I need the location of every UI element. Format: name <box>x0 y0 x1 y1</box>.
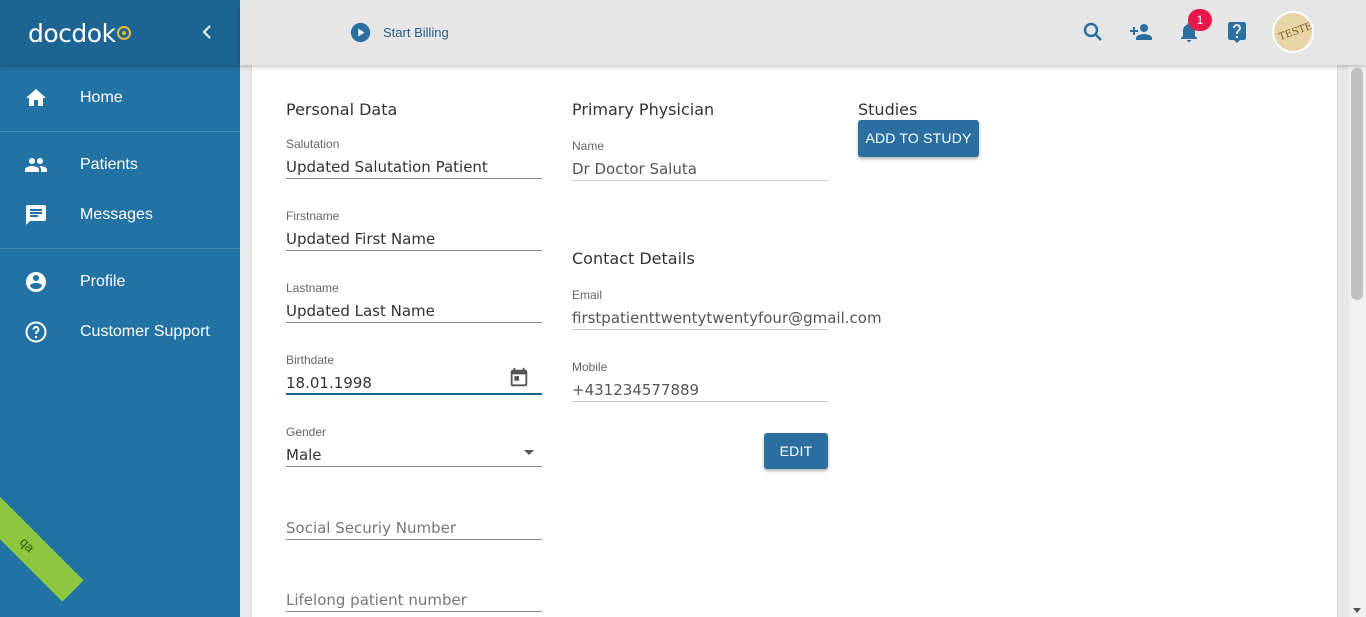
lastname-label: Lastname <box>286 281 339 295</box>
mobile-field: Mobile +431234577889 <box>572 360 828 402</box>
gender-select[interactable]: Male <box>286 443 542 467</box>
birthdate-input[interactable]: 18.01.1998 <box>286 371 542 395</box>
help-icon[interactable] <box>1225 20 1249 44</box>
sidebar-item-home[interactable]: Home <box>0 75 240 121</box>
mobile-value: +431234577889 <box>572 378 828 402</box>
studies-title: Studies <box>858 100 918 119</box>
lastname-field[interactable]: Lastname Updated Last Name <box>286 281 542 323</box>
message-icon <box>26 205 46 225</box>
logo-mark-icon <box>116 26 131 40</box>
top-bar: Start Billing 1 TESTEN <box>240 0 1366 65</box>
email-label: Email <box>572 288 603 302</box>
ssn-field[interactable]: Social Securiy Number <box>286 516 542 540</box>
add-to-study-button[interactable]: ADD TO STUDY <box>858 120 979 157</box>
email-field: Email firstpatienttwentytwentyfour@gmail… <box>572 288 882 330</box>
physician-name-field: Name Dr Doctor Saluta <box>572 139 828 181</box>
page-scrollbar[interactable] <box>1349 65 1366 617</box>
firstname-field[interactable]: Firstname Updated First Name <box>286 209 542 251</box>
salutation-label: Salutation <box>286 137 340 151</box>
firstname-label: Firstname <box>286 209 340 223</box>
start-billing-button[interactable]: Start Billing <box>350 22 449 43</box>
sidebar-header: docdok <box>0 0 240 65</box>
salutation-input[interactable]: Updated Salutation Patient <box>286 155 542 179</box>
lifelong-number-field[interactable]: Lifelong patient number <box>286 588 542 612</box>
email-value: firstpatienttwentytwentyfour@gmail.com <box>572 306 882 330</box>
home-icon <box>26 89 46 106</box>
environment-ribbon-label: qa <box>16 534 38 556</box>
people-icon <box>25 158 47 172</box>
start-billing-label: Start Billing <box>383 25 449 40</box>
play-circle-icon <box>350 22 371 43</box>
patient-detail-card: Personal Data Salutation Updated Salutat… <box>251 65 1338 617</box>
sidebar-item-label: Home <box>80 89 123 106</box>
birthdate-label: Birthdate <box>286 353 335 367</box>
scrollbar-thumb[interactable] <box>1351 68 1363 300</box>
app-logo[interactable]: docdok <box>28 19 131 48</box>
notification-count-badge: 1 <box>1188 9 1212 31</box>
personal-data-title: Personal Data <box>286 100 398 119</box>
app-logo-text: docdok <box>28 19 116 48</box>
sidebar-item-customer-support[interactable]: Customer Support <box>0 309 240 355</box>
firstname-input[interactable]: Updated First Name <box>286 227 542 251</box>
primary-physician-title: Primary Physician <box>572 100 715 119</box>
sidebar-item-messages[interactable]: Messages <box>0 192 240 238</box>
sidebar-item-patients[interactable]: Patients <box>0 142 240 188</box>
sidebar-item-label: Profile <box>80 273 126 290</box>
search-icon[interactable] <box>1081 20 1105 44</box>
collapse-sidebar-button[interactable] <box>198 22 218 42</box>
calendar-icon[interactable] <box>508 367 530 389</box>
gender-field[interactable]: Gender Male <box>286 425 542 467</box>
birthdate-field[interactable]: Birthdate 18.01.1998 <box>286 353 542 395</box>
sidebar: docdok Home Patients Messages Profile Cu… <box>0 0 240 617</box>
nav-divider <box>0 248 240 249</box>
lastname-input[interactable]: Updated Last Name <box>286 299 542 323</box>
physician-name-label: Name <box>572 139 605 153</box>
gender-label: Gender <box>286 425 327 439</box>
scroll-down-arrow-icon[interactable] <box>1353 608 1361 613</box>
avatar-text: TESTEN <box>1277 17 1314 44</box>
salutation-field[interactable]: Salutation Updated Salutation Patient <box>286 137 542 179</box>
account-circle-icon <box>26 272 46 292</box>
sidebar-item-label: Patients <box>80 156 138 173</box>
dropdown-arrow-icon <box>524 450 534 455</box>
lifelong-number-input[interactable]: Lifelong patient number <box>286 588 542 612</box>
nav-divider <box>0 131 240 132</box>
sidebar-item-profile[interactable]: Profile <box>0 259 240 305</box>
help-circle-icon <box>25 321 47 343</box>
environment-ribbon: qa <box>0 488 84 602</box>
add-person-icon[interactable] <box>1129 20 1153 44</box>
contact-details-title: Contact Details <box>572 249 695 268</box>
user-avatar[interactable]: TESTEN <box>1272 11 1314 53</box>
physician-name-value: Dr Doctor Saluta <box>572 157 828 181</box>
mobile-label: Mobile <box>572 360 608 374</box>
edit-contact-button[interactable]: EDIT <box>764 433 828 469</box>
chevron-left-icon <box>202 25 211 39</box>
ssn-input[interactable]: Social Securiy Number <box>286 516 542 540</box>
sidebar-item-label: Messages <box>80 206 153 223</box>
sidebar-item-label: Customer Support <box>80 323 210 340</box>
